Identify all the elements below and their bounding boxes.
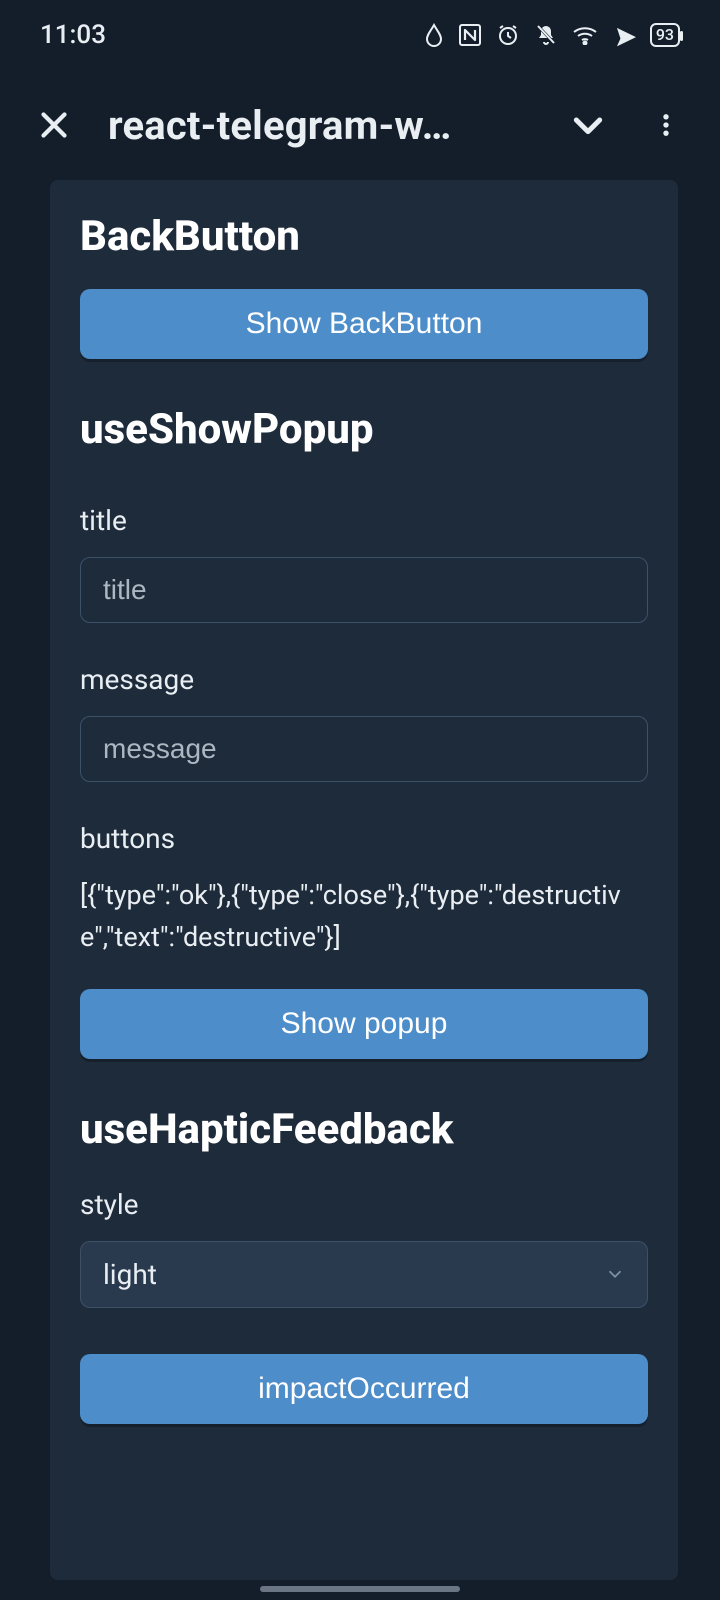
useshowpopup-heading: useShowPopup bbox=[80, 405, 648, 454]
close-icon bbox=[36, 107, 72, 143]
app-bar: react-telegram-w… bbox=[0, 70, 720, 180]
more-button[interactable] bbox=[642, 101, 690, 149]
chevron-down-icon bbox=[604, 1263, 626, 1285]
title-input[interactable] bbox=[80, 557, 648, 623]
app-title: react-telegram-w… bbox=[108, 102, 534, 149]
message-input[interactable] bbox=[80, 716, 648, 782]
bell-off-icon bbox=[534, 23, 558, 47]
content-panel: BackButton Show BackButton useShowPopup … bbox=[50, 180, 678, 1580]
buttons-value: [{"type":"ok"},{"type":"close"},{"type":… bbox=[80, 875, 648, 959]
status-icons: 93 bbox=[424, 23, 680, 47]
title-label: title bbox=[80, 504, 648, 537]
buttons-label: buttons bbox=[80, 822, 648, 855]
show-backbutton-button[interactable]: Show BackButton bbox=[80, 289, 648, 359]
airplane-icon bbox=[612, 23, 636, 47]
battery-indicator: 93 bbox=[650, 23, 680, 47]
water-drop-icon bbox=[424, 23, 444, 47]
impact-occurred-button[interactable]: impactOccurred bbox=[80, 1354, 648, 1424]
style-label: style bbox=[80, 1188, 648, 1221]
more-vertical-icon bbox=[652, 107, 680, 143]
close-button[interactable] bbox=[30, 101, 78, 149]
show-popup-button[interactable]: Show popup bbox=[80, 989, 648, 1059]
nfc-icon bbox=[458, 23, 482, 47]
wifi-icon bbox=[572, 25, 598, 45]
status-bar: 11:03 93 bbox=[0, 0, 720, 70]
backbutton-heading: BackButton bbox=[80, 212, 648, 261]
alarm-icon bbox=[496, 23, 520, 47]
usehapticfeedback-heading: useHapticFeedback bbox=[80, 1105, 648, 1154]
style-select[interactable]: light bbox=[80, 1241, 648, 1308]
chevron-down-icon bbox=[568, 105, 608, 145]
status-time: 11:03 bbox=[40, 20, 106, 50]
message-label: message bbox=[80, 663, 648, 696]
expand-button[interactable] bbox=[564, 101, 612, 149]
style-select-value: light bbox=[80, 1241, 648, 1308]
home-indicator[interactable] bbox=[260, 1586, 460, 1592]
